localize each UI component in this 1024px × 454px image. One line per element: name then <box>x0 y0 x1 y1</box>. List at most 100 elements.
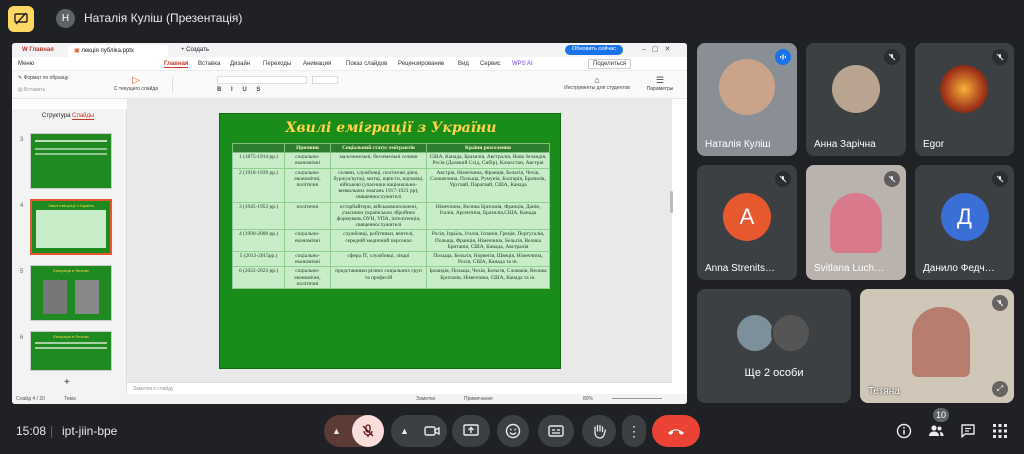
window-controls[interactable]: –▢✕ <box>642 45 676 53</box>
zoom-level[interactable]: 80% <box>583 396 593 402</box>
participant-name: Svitlana Luch… <box>814 263 885 274</box>
hang-up-icon <box>668 429 684 435</box>
participants-count-badge: 10 <box>933 408 950 422</box>
slide-thumbnail-5[interactable]: Еміграція в Японію <box>30 265 112 321</box>
chat-icon[interactable] <box>960 423 976 439</box>
table-row: 2 (1918-1939 рр.) соціально-економічні, п… <box>232 167 550 203</box>
face-shape <box>912 307 970 377</box>
layout-tools[interactable] <box>172 77 202 93</box>
menu-wps-ai[interactable]: WPS AI <box>512 61 533 67</box>
captions-icon <box>548 425 564 437</box>
emigration-table: Причини Соціальний статус емігрантів Кра… <box>232 142 550 290</box>
text-format-buttons[interactable]: B I U S <box>217 87 264 93</box>
zoom-slider[interactable] <box>612 398 662 399</box>
pin-icon[interactable]: ⤢ <box>992 381 1008 397</box>
parameters-button[interactable]: ☰ Параметры <box>640 75 680 92</box>
tab-new[interactable]: + Создать <box>175 45 215 57</box>
menu-home[interactable]: Главная <box>164 61 189 68</box>
ribbon-toolbar: ✎ Формат по образцу ▤ Вставить ▷ С текуще… <box>12 71 687 99</box>
slide-thumbnail-3[interactable] <box>30 133 112 189</box>
presentation-icon[interactable] <box>8 6 34 32</box>
menu-design[interactable]: Дизайн <box>230 61 250 67</box>
tab-presentation-file[interactable]: ▣ лекція публіка.pptx <box>68 45 168 57</box>
font-name-select[interactable] <box>217 76 307 84</box>
avatar <box>940 65 988 113</box>
mic-off-button[interactable] <box>352 415 384 447</box>
participant-tile[interactable]: A Anna Strenits… <box>697 165 797 280</box>
theme-label[interactable]: Тема <box>64 396 76 402</box>
comment-toggle[interactable]: Примечание <box>464 396 493 402</box>
table-cell-reason: соціально-економічні <box>284 251 331 268</box>
activities-icon[interactable] <box>992 423 1008 439</box>
menu-tools[interactable]: Сервис <box>480 61 501 67</box>
raise-hand-button[interactable] <box>582 415 616 447</box>
face-shape <box>719 59 775 115</box>
more-participants-tile[interactable]: Ще 2 особи <box>697 289 851 403</box>
from-current-slide-button[interactable]: ▷ С текущего слайда <box>106 75 166 92</box>
table-header <box>232 142 285 154</box>
add-slide-icon[interactable]: + <box>64 377 70 388</box>
notes-toggle[interactable]: Заметки <box>416 396 435 402</box>
table-cell-reason: політичні <box>284 201 331 231</box>
table-cell-reason: соціально-економічні, політичні <box>284 266 331 290</box>
present-screen-button[interactable] <box>452 415 490 447</box>
mic-off-icon <box>775 171 791 187</box>
slide-thumbnail-6[interactable]: Еміграція в Японію <box>30 331 112 371</box>
slide-notes-field[interactable]: Заметки к слайду <box>127 382 672 394</box>
menu-transitions[interactable]: Переходы <box>263 61 291 67</box>
format-painter-button[interactable]: ✎ Формат по образцу <box>18 75 68 81</box>
paste-button[interactable]: ▤ Вставить <box>18 87 45 93</box>
captions-button[interactable] <box>538 415 574 447</box>
camera-button[interactable] <box>417 415 447 447</box>
table-cell-status: сфера IT, службовці, лікарі <box>330 251 427 268</box>
mic-off-icon <box>884 49 900 65</box>
panel-tab-structure[interactable]: Структура <box>42 113 70 119</box>
menu-animation[interactable]: Анимация <box>303 61 331 67</box>
tools-for-students-button[interactable]: ⌂ Инструменты для студентов <box>557 75 637 91</box>
meeting-info-icon[interactable] <box>896 423 912 439</box>
share-button[interactable]: Поделиться <box>588 59 632 69</box>
participant-tile[interactable]: Д Данило Федч… <box>915 165 1014 280</box>
face-shape <box>830 193 882 253</box>
end-call-button[interactable] <box>652 415 700 447</box>
status-bar: Слайд 4 / 20 Тема Заметки Примечание 80% <box>12 394 687 404</box>
slides-panel: Структура Слайды 3 4 Хвилі еміграції з У… <box>12 109 127 394</box>
participant-name: Тетяна <box>868 386 900 397</box>
panel-tab-slides[interactable]: Слайды <box>72 113 95 120</box>
menu-slideshow[interactable]: Показ слайдов <box>346 61 387 67</box>
meeting-code: ipt-jiin-bpe <box>62 424 118 438</box>
presenter-title: Наталія Куліш (Презентація) <box>84 11 243 25</box>
avatar-letter: Д <box>940 192 989 241</box>
more-options-button[interactable]: ⋮ <box>622 415 646 447</box>
update-now-button[interactable]: Обновить сейчас <box>565 45 623 55</box>
canvas-scrollbar[interactable] <box>670 191 673 213</box>
people-icon[interactable] <box>928 423 944 439</box>
table-header-row: Причини Соціальний статус емігрантів Кра… <box>232 142 550 154</box>
chevron-up-icon[interactable]: ▲ <box>400 426 409 436</box>
participant-tile[interactable]: Наталія Куліш <box>697 43 797 156</box>
slide-title: Хвилі еміграції з України <box>285 120 497 136</box>
menu-view[interactable]: Вид <box>458 61 469 67</box>
table-cell-status: малоземельні, безземельні селяни <box>330 152 427 169</box>
participant-tile[interactable]: Egor <box>915 43 1014 156</box>
table-cell-countries: Ірландія, Польща, Чехія, Бельгія, Словак… <box>426 266 550 290</box>
avatar-letter: A <box>723 192 771 241</box>
chevron-up-icon[interactable]: ▲ <box>332 426 341 436</box>
clock: 15:08 <box>16 424 47 438</box>
table-cell-countries: Росія, Ізраїль, Італія, Іспанія, Греція,… <box>426 229 550 253</box>
menu-insert[interactable]: Вставка <box>198 61 220 67</box>
font-size-select[interactable] <box>312 76 338 84</box>
emoji-button[interactable] <box>497 415 529 447</box>
emoji-icon <box>505 423 521 439</box>
participant-name: Egor <box>923 139 945 150</box>
table-cell-period: 6 (2022-2023 рр.) <box>232 266 285 290</box>
participant-tile[interactable]: Анна Зарічна <box>806 43 906 156</box>
participant-tile[interactable]: ⤢ Тетяна <box>860 289 1014 403</box>
menu-review[interactable]: Рецензирование <box>398 61 444 67</box>
camera-icon <box>424 426 440 436</box>
shapes-gallery[interactable] <box>482 77 532 93</box>
file-menu[interactable]: Меню <box>18 61 34 67</box>
slide-thumbnail-4[interactable]: Хвилі еміграції з України <box>30 199 112 255</box>
participant-tile[interactable]: Svitlana Luch… <box>806 165 906 280</box>
tab-home[interactable]: W Главная <box>16 45 60 57</box>
